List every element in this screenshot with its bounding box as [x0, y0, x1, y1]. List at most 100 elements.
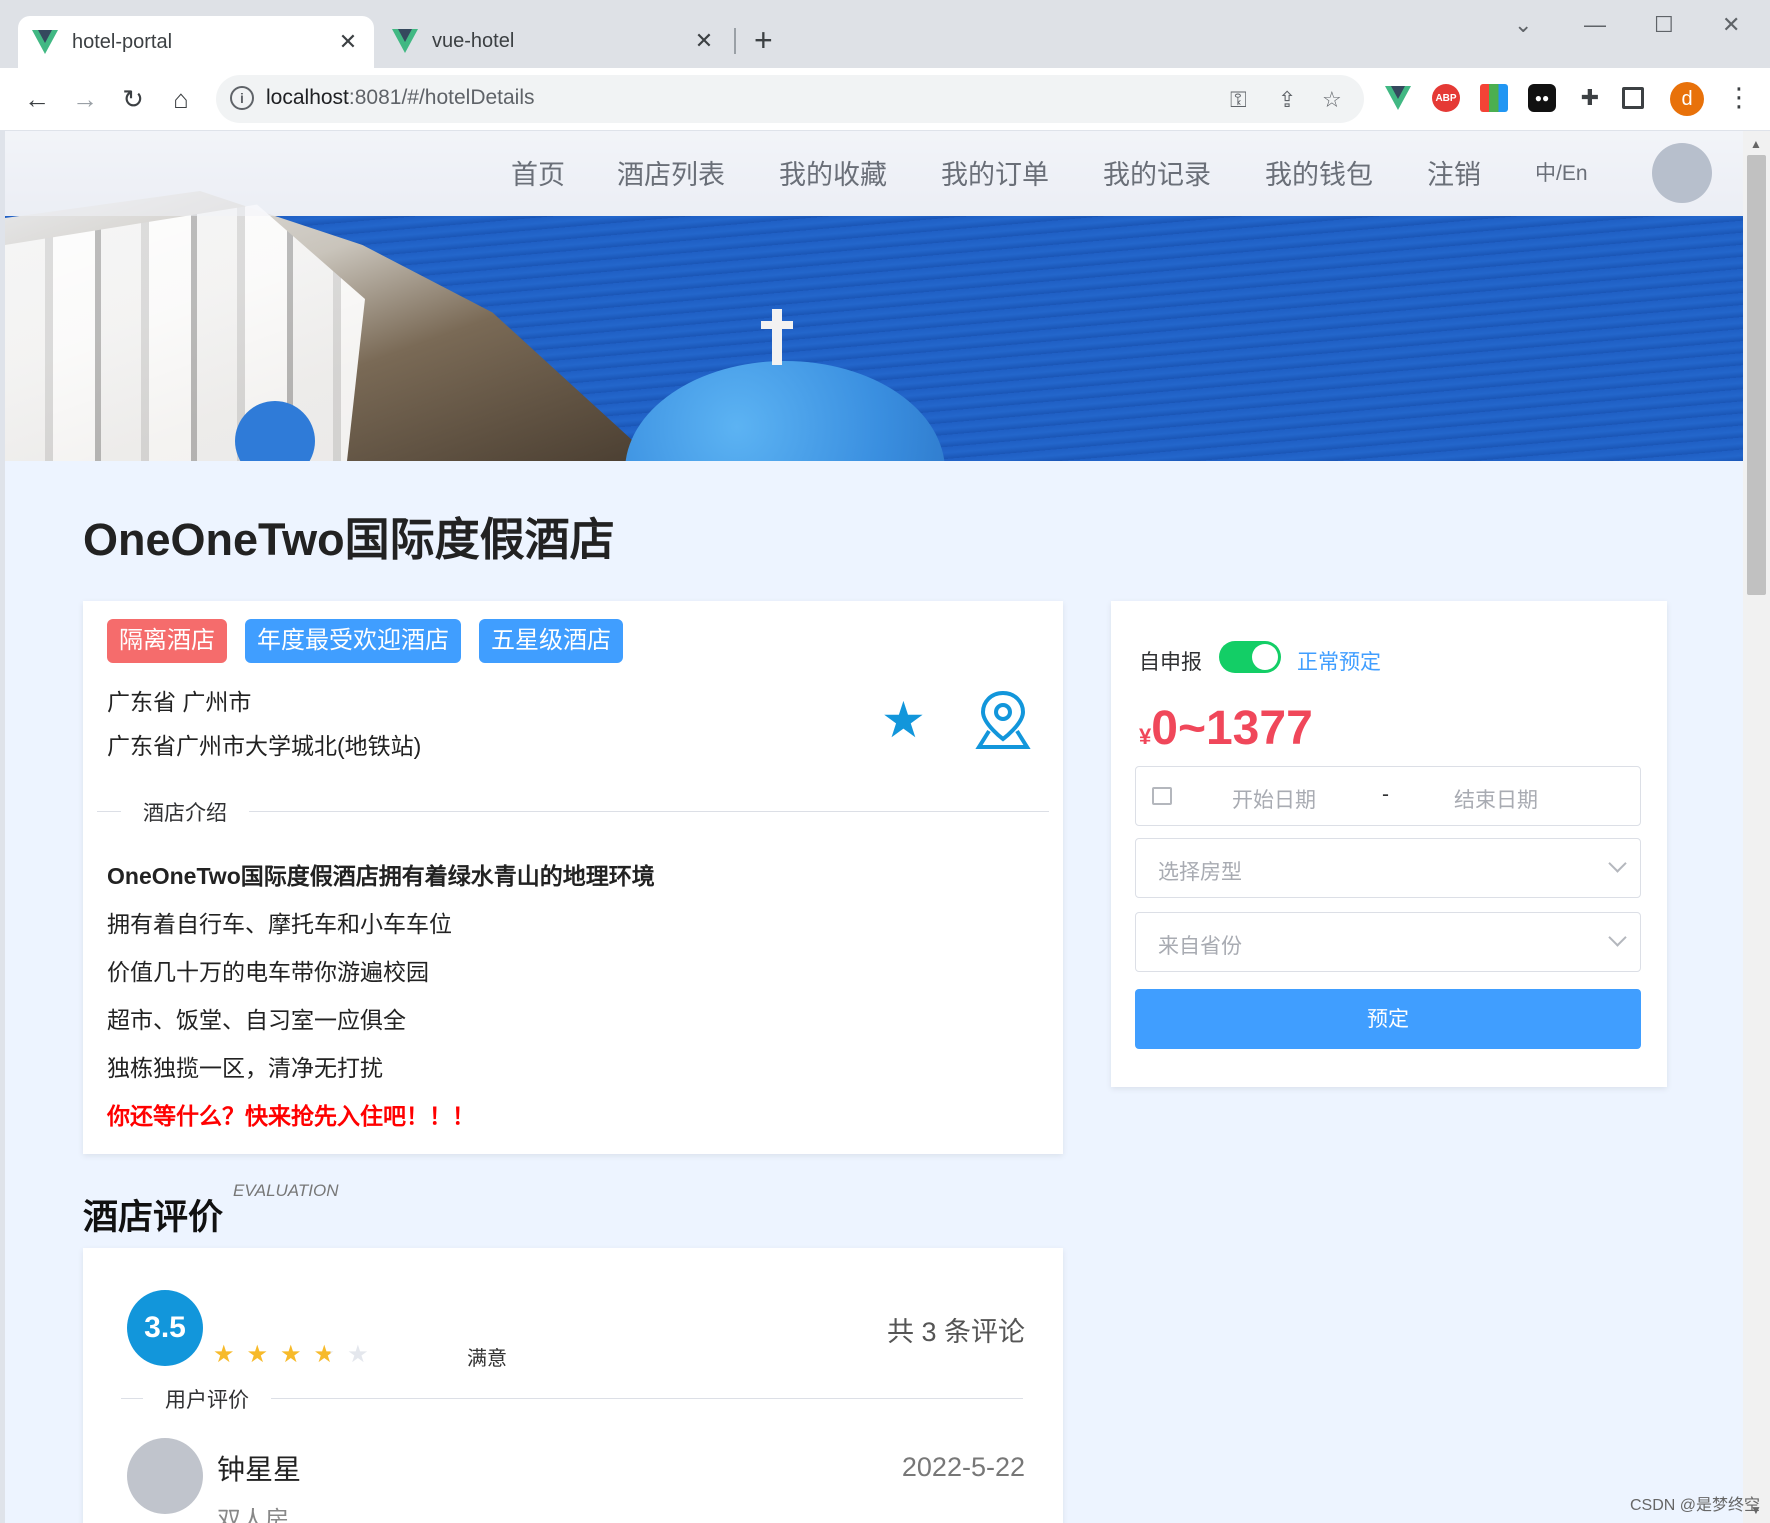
extensions-puzzle-icon[interactable]: ✚: [1576, 84, 1604, 112]
key-icon[interactable]: ⚿: [1230, 87, 1247, 113]
browser-chrome: hotel-portal ✕ vue-hotel ✕ + ⌄ — ☐ ✕ ← →…: [0, 0, 1770, 130]
score-badge: 3.5: [127, 1290, 203, 1366]
chevron-down-icon: [1608, 854, 1627, 873]
tab-separator: [734, 28, 736, 54]
nav-logout[interactable]: 注销: [1427, 153, 1481, 192]
tag-quarantine: 隔离酒店: [107, 619, 227, 663]
star-icon: ★: [280, 1341, 314, 1368]
forward-icon[interactable]: →: [68, 82, 102, 116]
color-picker-extension-icon[interactable]: [1480, 84, 1508, 112]
close-icon[interactable]: ✕: [336, 29, 360, 55]
tab-vue-hotel[interactable]: vue-hotel ✕: [378, 16, 730, 66]
room-type-select[interactable]: 选择房型: [1135, 838, 1641, 898]
comment-count: 共 3 条评论: [886, 1317, 1025, 1347]
rating-stars: ★★★★★: [213, 1340, 381, 1369]
intro-line: 价值几十万的电车带你游遍校园: [107, 959, 429, 985]
self-report-switch[interactable]: [1219, 641, 1281, 673]
vue-devtools-extension-icon[interactable]: [1384, 84, 1412, 112]
minimize-icon[interactable]: —: [1584, 12, 1606, 38]
end-date-input[interactable]: 结束日期: [1454, 784, 1538, 814]
tag-popular: 年度最受欢迎酒店: [245, 619, 461, 663]
date-separator: -: [1382, 783, 1389, 806]
book-button[interactable]: 预定: [1135, 989, 1641, 1049]
tab-search-chevron-icon[interactable]: ⌄: [1514, 12, 1532, 38]
site-info-icon[interactable]: i: [230, 86, 254, 110]
new-tab-icon[interactable]: +: [754, 24, 773, 56]
price-value: 0~1377: [1151, 702, 1313, 755]
room-type-placeholder: 选择房型: [1158, 861, 1242, 884]
switch-status-text: 正常预定: [1297, 651, 1381, 674]
scroll-up-icon[interactable]: ▲: [1750, 137, 1762, 151]
evaluation-title: 酒店评价: [83, 1198, 224, 1237]
star-icon: ★: [246, 1341, 281, 1368]
url-path: :8081/#/hotelDetails: [348, 86, 535, 109]
watermark: CSDN @是梦终空: [1629, 1497, 1760, 1514]
star-icon: ★: [213, 1341, 247, 1368]
address-city: 广东省 广州市: [107, 689, 252, 715]
language-toggle[interactable]: 中/En: [1535, 157, 1588, 187]
start-date-input[interactable]: 开始日期: [1232, 784, 1316, 814]
window-close-icon[interactable]: ✕: [1722, 12, 1740, 38]
tag-five-star: 五星级酒店: [479, 619, 623, 663]
tab-title: hotel-portal: [72, 30, 173, 53]
intro-line: 超市、饭堂、自习室一应俱全: [107, 1007, 406, 1033]
reload-icon[interactable]: ↻: [116, 82, 150, 116]
switch-knob: [1252, 644, 1278, 670]
hotel-title: OneOneTwo国际度假酒店: [83, 514, 615, 565]
evaluation-subtitle: EVALUATION: [233, 1181, 339, 1200]
side-panel-icon[interactable]: [1622, 87, 1644, 109]
rating-text: 满意: [467, 1348, 507, 1370]
home-icon[interactable]: ⌂: [164, 82, 198, 116]
profile-avatar[interactable]: d: [1670, 82, 1704, 116]
page-viewport: 首页 酒店列表 我的收藏 我的订单 我的记录 我的钱包 注销 中/En OneO…: [5, 131, 1743, 1523]
address-detail: 广东省广州市大学城北(地铁站): [107, 733, 422, 759]
vue-logo-icon: [392, 29, 418, 53]
chevron-down-icon: [1608, 928, 1627, 947]
favorite-star-icon[interactable]: ★: [881, 695, 926, 745]
hotel-info-card: 隔离酒店 年度最受欢迎酒店 五星级酒店 广东省 广州市 广东省广州市大学城北(地…: [83, 601, 1063, 1154]
intro-divider-label: 酒店介绍: [121, 797, 249, 827]
bookmark-star-icon[interactable]: ☆: [1322, 87, 1342, 113]
commenter-avatar: [127, 1438, 203, 1514]
nav-favorites[interactable]: 我的收藏: [779, 153, 887, 192]
evaluation-card: 3.5 ★★★★★ 满意 共 3 条评论 用户评价 钟星星 2022-5-22 …: [83, 1248, 1063, 1523]
nav-orders[interactable]: 我的订单: [941, 153, 1049, 192]
intro-line: 拥有着自行车、摩托车和小车车位: [107, 911, 452, 937]
date-range-picker[interactable]: 开始日期 - 结束日期: [1135, 766, 1641, 826]
half-star-icon: ★: [313, 1341, 348, 1368]
intro-line: 独栋独揽一区，清净无打扰: [107, 1055, 383, 1081]
calendar-icon: [1152, 787, 1172, 805]
commenter-name: 钟星星: [217, 1454, 302, 1485]
url-host: localhost: [266, 86, 349, 109]
comment-date: 2022-5-22: [901, 1452, 1025, 1482]
tab-hotel-portal[interactable]: hotel-portal ✕: [18, 16, 374, 68]
intro-line: OneOneTwo国际度假酒店拥有着绿水青山的地理环境: [107, 863, 655, 889]
more-menu-icon[interactable]: ⋮: [1726, 82, 1752, 113]
top-navigation: 首页 酒店列表 我的收藏 我的订单 我的记录 我的钱包 注销 中/En: [5, 131, 1743, 216]
url-text[interactable]: localhost:8081/#/hotelDetails: [266, 86, 535, 110]
close-icon[interactable]: ✕: [692, 28, 716, 54]
maximize-icon[interactable]: ☐: [1654, 12, 1674, 38]
address-bar[interactable]: i localhost:8081/#/hotelDetails ⚿ ⇪ ☆: [216, 75, 1364, 123]
share-icon[interactable]: ⇪: [1278, 87, 1296, 113]
currency-symbol: ¥: [1139, 724, 1152, 749]
back-icon[interactable]: ←: [20, 82, 54, 116]
nav-home[interactable]: 首页: [511, 153, 565, 192]
nav-records[interactable]: 我的记录: [1103, 153, 1211, 192]
price-range: ¥0~1377: [1139, 701, 1313, 756]
nav-hotel-list[interactable]: 酒店列表: [617, 153, 725, 192]
user-avatar[interactable]: [1652, 143, 1712, 203]
mask-extension-icon[interactable]: ●●: [1528, 84, 1556, 112]
nav-wallet[interactable]: 我的钱包: [1265, 153, 1373, 192]
scrollbar-thumb[interactable]: [1747, 155, 1766, 595]
comment-room-type: 双人房: [217, 1507, 289, 1523]
hero-cross: [772, 309, 782, 365]
self-report-label: 自申报: [1139, 651, 1202, 674]
page-scrollbar[interactable]: ▲ ▼: [1743, 131, 1770, 1523]
adblock-extension-icon[interactable]: ABP: [1432, 84, 1460, 112]
hero-banner: 首页 酒店列表 我的收藏 我的订单 我的记录 我的钱包 注销 中/En: [5, 131, 1743, 461]
hero-cross-bar: [761, 321, 793, 329]
star-icon: ★: [347, 1341, 381, 1368]
map-location-icon[interactable]: [975, 689, 1031, 749]
province-select[interactable]: 来自省份: [1135, 912, 1641, 972]
